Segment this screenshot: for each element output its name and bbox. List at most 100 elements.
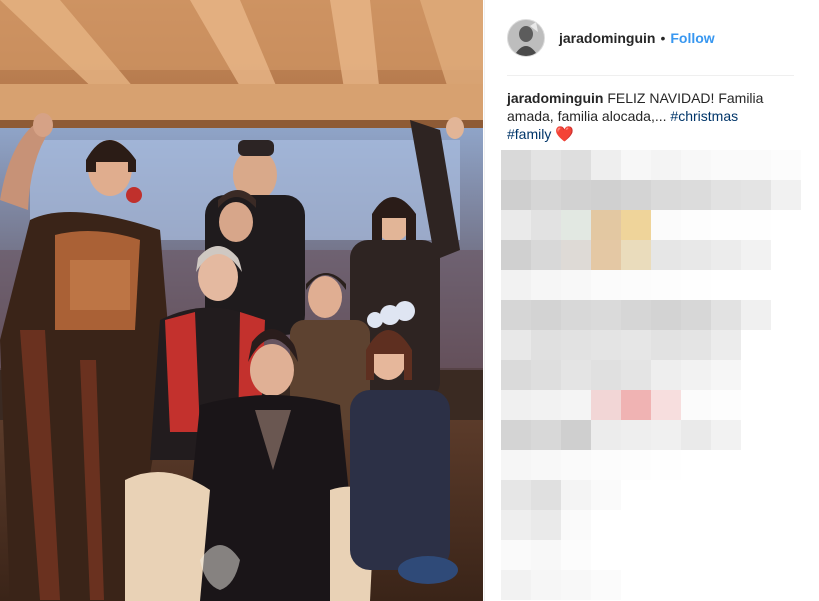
pixelated-cell <box>561 300 591 330</box>
pixelated-cell <box>621 180 651 210</box>
pixelated-cell <box>741 150 771 180</box>
pixelated-cell <box>531 240 561 270</box>
pixelated-cell <box>501 540 531 570</box>
pixelated-cell <box>621 570 651 600</box>
follow-button[interactable]: Follow <box>670 30 714 46</box>
hashtag-family[interactable]: #family <box>507 126 551 142</box>
pixelated-cell <box>561 180 591 210</box>
pixelated-cell <box>681 300 711 330</box>
pixelated-cell <box>771 240 801 270</box>
pixelated-cell <box>591 450 621 480</box>
pixelated-cell <box>501 240 531 270</box>
pixelated-cell <box>741 570 771 600</box>
pixelated-cell <box>711 330 741 360</box>
caption-username[interactable]: jaradominguin <box>507 90 603 106</box>
pixelated-cell <box>621 270 651 300</box>
pixelated-cell <box>741 330 771 360</box>
pixelated-cell <box>501 210 531 240</box>
pixelated-cell <box>621 540 651 570</box>
pixelated-cell <box>591 540 621 570</box>
avatar[interactable] <box>507 19 545 57</box>
pixelated-cell <box>591 270 621 300</box>
pixelated-cell <box>621 510 651 540</box>
pixelated-cell <box>681 570 711 600</box>
pixelated-cell <box>591 510 621 540</box>
pixelated-cell <box>591 420 621 450</box>
pixelated-cell <box>561 450 591 480</box>
pixelated-cell <box>501 420 531 450</box>
pixelated-cell <box>501 270 531 300</box>
pixelated-cell <box>711 240 741 270</box>
pixelated-cell <box>681 330 711 360</box>
pixelated-cell <box>651 300 681 330</box>
family-group-photo <box>0 0 483 601</box>
pixelated-cell <box>531 480 561 510</box>
pixelated-cell <box>591 150 621 180</box>
pixelated-cell <box>771 510 801 540</box>
pixelated-cell <box>681 180 711 210</box>
pixelated-cell <box>681 150 711 180</box>
username-link[interactable]: jaradominguin <box>559 30 655 46</box>
pixelated-cell <box>711 450 741 480</box>
pixelated-cell <box>531 390 561 420</box>
pixelated-cell <box>711 480 741 510</box>
pixelated-cell <box>561 480 591 510</box>
pixelated-cell <box>531 540 561 570</box>
pixelated-cell <box>591 330 621 360</box>
post-header: jaradominguin • Follow <box>507 17 715 59</box>
pixelated-cell <box>681 480 711 510</box>
pixelated-cell <box>771 180 801 210</box>
pixelated-cell <box>741 390 771 420</box>
pixelated-cell <box>681 240 711 270</box>
pixelated-cell <box>651 540 681 570</box>
pixelated-cell <box>711 570 741 600</box>
pixelated-cell <box>531 300 561 330</box>
pixelated-cell <box>711 210 741 240</box>
pixelated-cell <box>741 300 771 330</box>
pixelated-cell <box>501 480 531 510</box>
hashtag-christmas[interactable]: #christmas <box>670 108 738 124</box>
pixelated-cell <box>621 450 651 480</box>
pixelated-cell <box>771 330 801 360</box>
pixelated-cell <box>501 360 531 390</box>
pixelated-cell <box>501 180 531 210</box>
pixelated-cell <box>621 360 651 390</box>
pixelated-cell <box>501 570 531 600</box>
pixelated-cell <box>651 240 681 270</box>
pixelated-cell <box>741 210 771 240</box>
pixelated-cell <box>741 420 771 450</box>
pixelated-cell <box>561 540 591 570</box>
pixelated-cell <box>681 360 711 390</box>
pixelated-cell <box>501 300 531 330</box>
pixelated-cell <box>561 360 591 390</box>
pixelated-cell <box>711 390 741 420</box>
pixelated-cell <box>621 480 651 510</box>
pixelated-cell <box>711 180 741 210</box>
pixelated-cell <box>651 180 681 210</box>
post-photo[interactable] <box>0 0 483 601</box>
pixelated-cell <box>591 180 621 210</box>
pixelated-cell <box>531 570 561 600</box>
pixelated-cell <box>651 150 681 180</box>
pixelated-cell <box>741 450 771 480</box>
pixelated-cell <box>771 210 801 240</box>
pixelated-cell <box>621 390 651 420</box>
pixelated-cell <box>591 390 621 420</box>
pixelated-cell <box>651 210 681 240</box>
pixelated-cell <box>741 240 771 270</box>
pixelated-cell <box>621 420 651 450</box>
pixelated-cell <box>561 210 591 240</box>
pixelated-cell <box>621 210 651 240</box>
pixelated-cell <box>651 330 681 360</box>
pixelated-cell <box>711 360 741 390</box>
pixelated-cell <box>651 510 681 540</box>
separator-dot: • <box>660 30 666 46</box>
pixelated-cell <box>771 480 801 510</box>
pixelated-cell <box>531 210 561 240</box>
pixelated-cell <box>771 540 801 570</box>
pixelated-cell <box>651 420 681 450</box>
pixelated-cell <box>711 300 741 330</box>
pixelated-cell <box>561 150 591 180</box>
pixelated-cell <box>531 330 561 360</box>
pixelated-cell <box>591 480 621 510</box>
